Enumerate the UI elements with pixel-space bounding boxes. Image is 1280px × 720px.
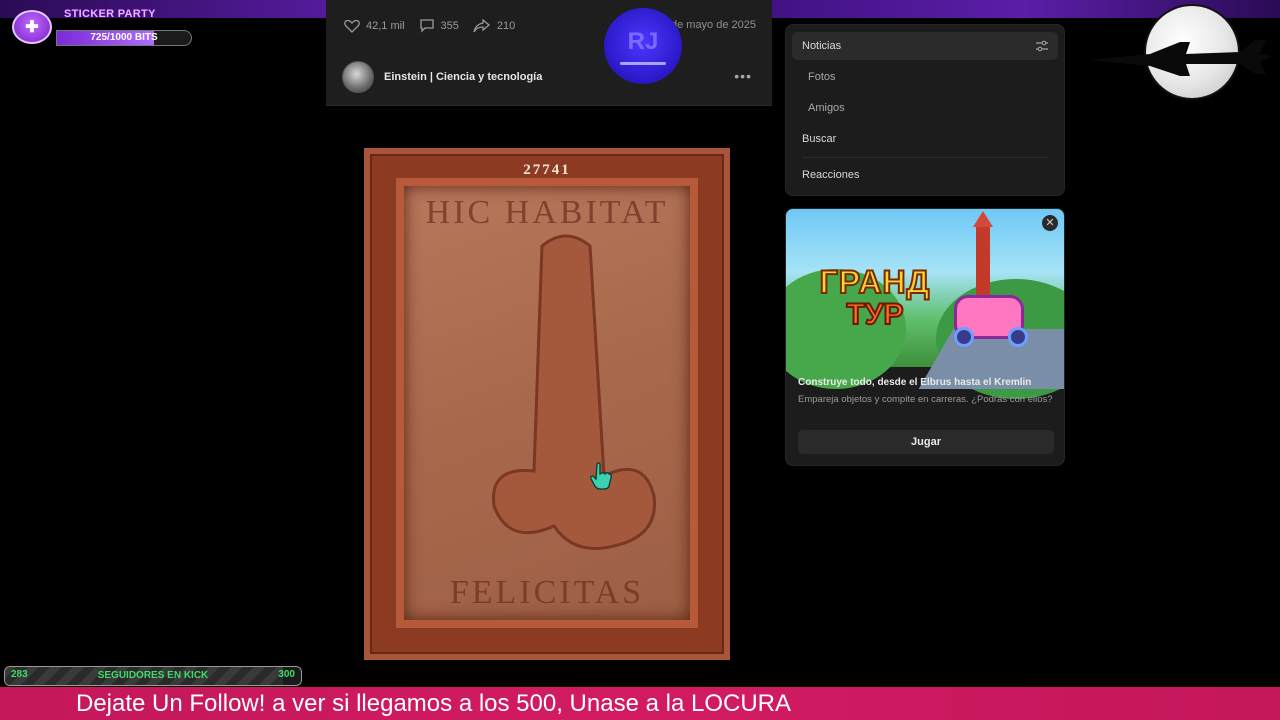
menu-item-noticias[interactable]: Noticias [792, 32, 1058, 60]
bits-progress-text: 725/1000 BITS [90, 32, 158, 43]
plaque-frame: HIC HABITAT FELICITAS [396, 178, 698, 628]
moon-jet-overlay [1090, 4, 1272, 104]
menu-item-label: Noticias [802, 40, 842, 52]
followers-label: SEGUIDORES EN KICK [97, 670, 209, 681]
sidebar-menu: Noticias Fotos Amigos Buscar Reacciones [785, 24, 1065, 196]
avatar[interactable] [342, 61, 374, 93]
sticker-party-widget: ✚ STICKER PARTY 725/1000 BITS [12, 8, 192, 46]
share-count: 210 [496, 19, 516, 32]
like-count: 42,1 mil [366, 19, 405, 32]
author-name[interactable]: Einstein | Ciencia y tecnología [384, 71, 542, 83]
author-row: Einstein | Ciencia y tecnología ••• [342, 60, 756, 94]
post-stats: 42,1 mil 355 210 [344, 18, 529, 33]
sticker-party-title: STICKER PARTY [64, 8, 156, 20]
plaque-number: 27741 [523, 162, 571, 178]
ticker-text: Dejate Un Follow! a ver si llegamos a lo… [76, 690, 791, 717]
plaque-image: 27741 HIC HABITAT FELICITAS [364, 148, 730, 660]
share-stat[interactable]: 210 [473, 18, 516, 33]
menu-item-amigos[interactable]: Amigos [792, 94, 1058, 122]
comment-icon [419, 19, 434, 33]
menu-item-buscar[interactable]: Buscar [792, 125, 1058, 153]
plaque-relief [492, 234, 656, 550]
menu-divider [802, 157, 1048, 158]
filter-sliders-icon[interactable] [1036, 40, 1048, 52]
bits-progress-bar: 725/1000 BITS [56, 30, 192, 46]
post-image-area[interactable]: 27741 HIC HABITAT FELICITAS [326, 106, 772, 686]
menu-item-reacciones[interactable]: Reacciones [792, 161, 1058, 189]
plaque-inscription-bottom: FELICITAS [449, 574, 645, 611]
logo-text: RJ [627, 27, 659, 55]
comment-count: 355 [440, 19, 459, 32]
post-date: de mayo de 2025 [670, 19, 756, 31]
menu-item-label: Fotos [808, 71, 836, 83]
ticker-bar: Dejate Un Follow! a ver si llegamos a lo… [0, 687, 1280, 720]
play-button[interactable]: Jugar [798, 430, 1054, 454]
followers-goal: 300 [278, 669, 295, 680]
heart-plus-icon: ✚ [12, 10, 52, 44]
logo-underline [620, 61, 666, 65]
like-stat[interactable]: 42,1 mil [344, 19, 405, 33]
ad-game-logo: ГРАНД ТУР [806, 264, 944, 332]
followers-goal-bar: 283 SEGUIDORES EN KICK 300 [4, 666, 302, 686]
ad-image[interactable]: ГРАНД ТУР [786, 209, 1064, 399]
streamer-logo: RJ [604, 8, 682, 84]
ad-panel: ГРАНД ТУР ✕ Construye todo, desde el Elb… [785, 208, 1065, 466]
ad-game-logo-line2: ТУР [846, 298, 905, 332]
more-dots-icon[interactable]: ••• [734, 68, 752, 84]
ad-headline[interactable]: Construye todo, desde el Elbrus hasta el… [798, 377, 1054, 388]
ad-game-logo-line1: ГРАНД [819, 264, 931, 300]
menu-item-label: Amigos [808, 102, 845, 114]
heart-icon [344, 19, 360, 33]
ad-description: Empareja objetos y compite en carreras. … [798, 394, 1053, 405]
post-header: 42,1 mil 355 210 de mayo de 2025 Einstei… [326, 0, 772, 106]
close-icon[interactable]: ✕ [1042, 215, 1058, 231]
hand-cursor-icon [590, 462, 612, 490]
menu-item-fotos[interactable]: Fotos [792, 63, 1058, 91]
menu-item-label: Buscar [802, 133, 837, 145]
car-wheel [1008, 327, 1028, 347]
share-icon [473, 18, 490, 32]
jet-silhouette-icon [1090, 40, 1272, 76]
menu-item-label: Reacciones [802, 169, 860, 181]
comment-stat[interactable]: 355 [419, 18, 459, 33]
car-wheel [954, 327, 974, 347]
